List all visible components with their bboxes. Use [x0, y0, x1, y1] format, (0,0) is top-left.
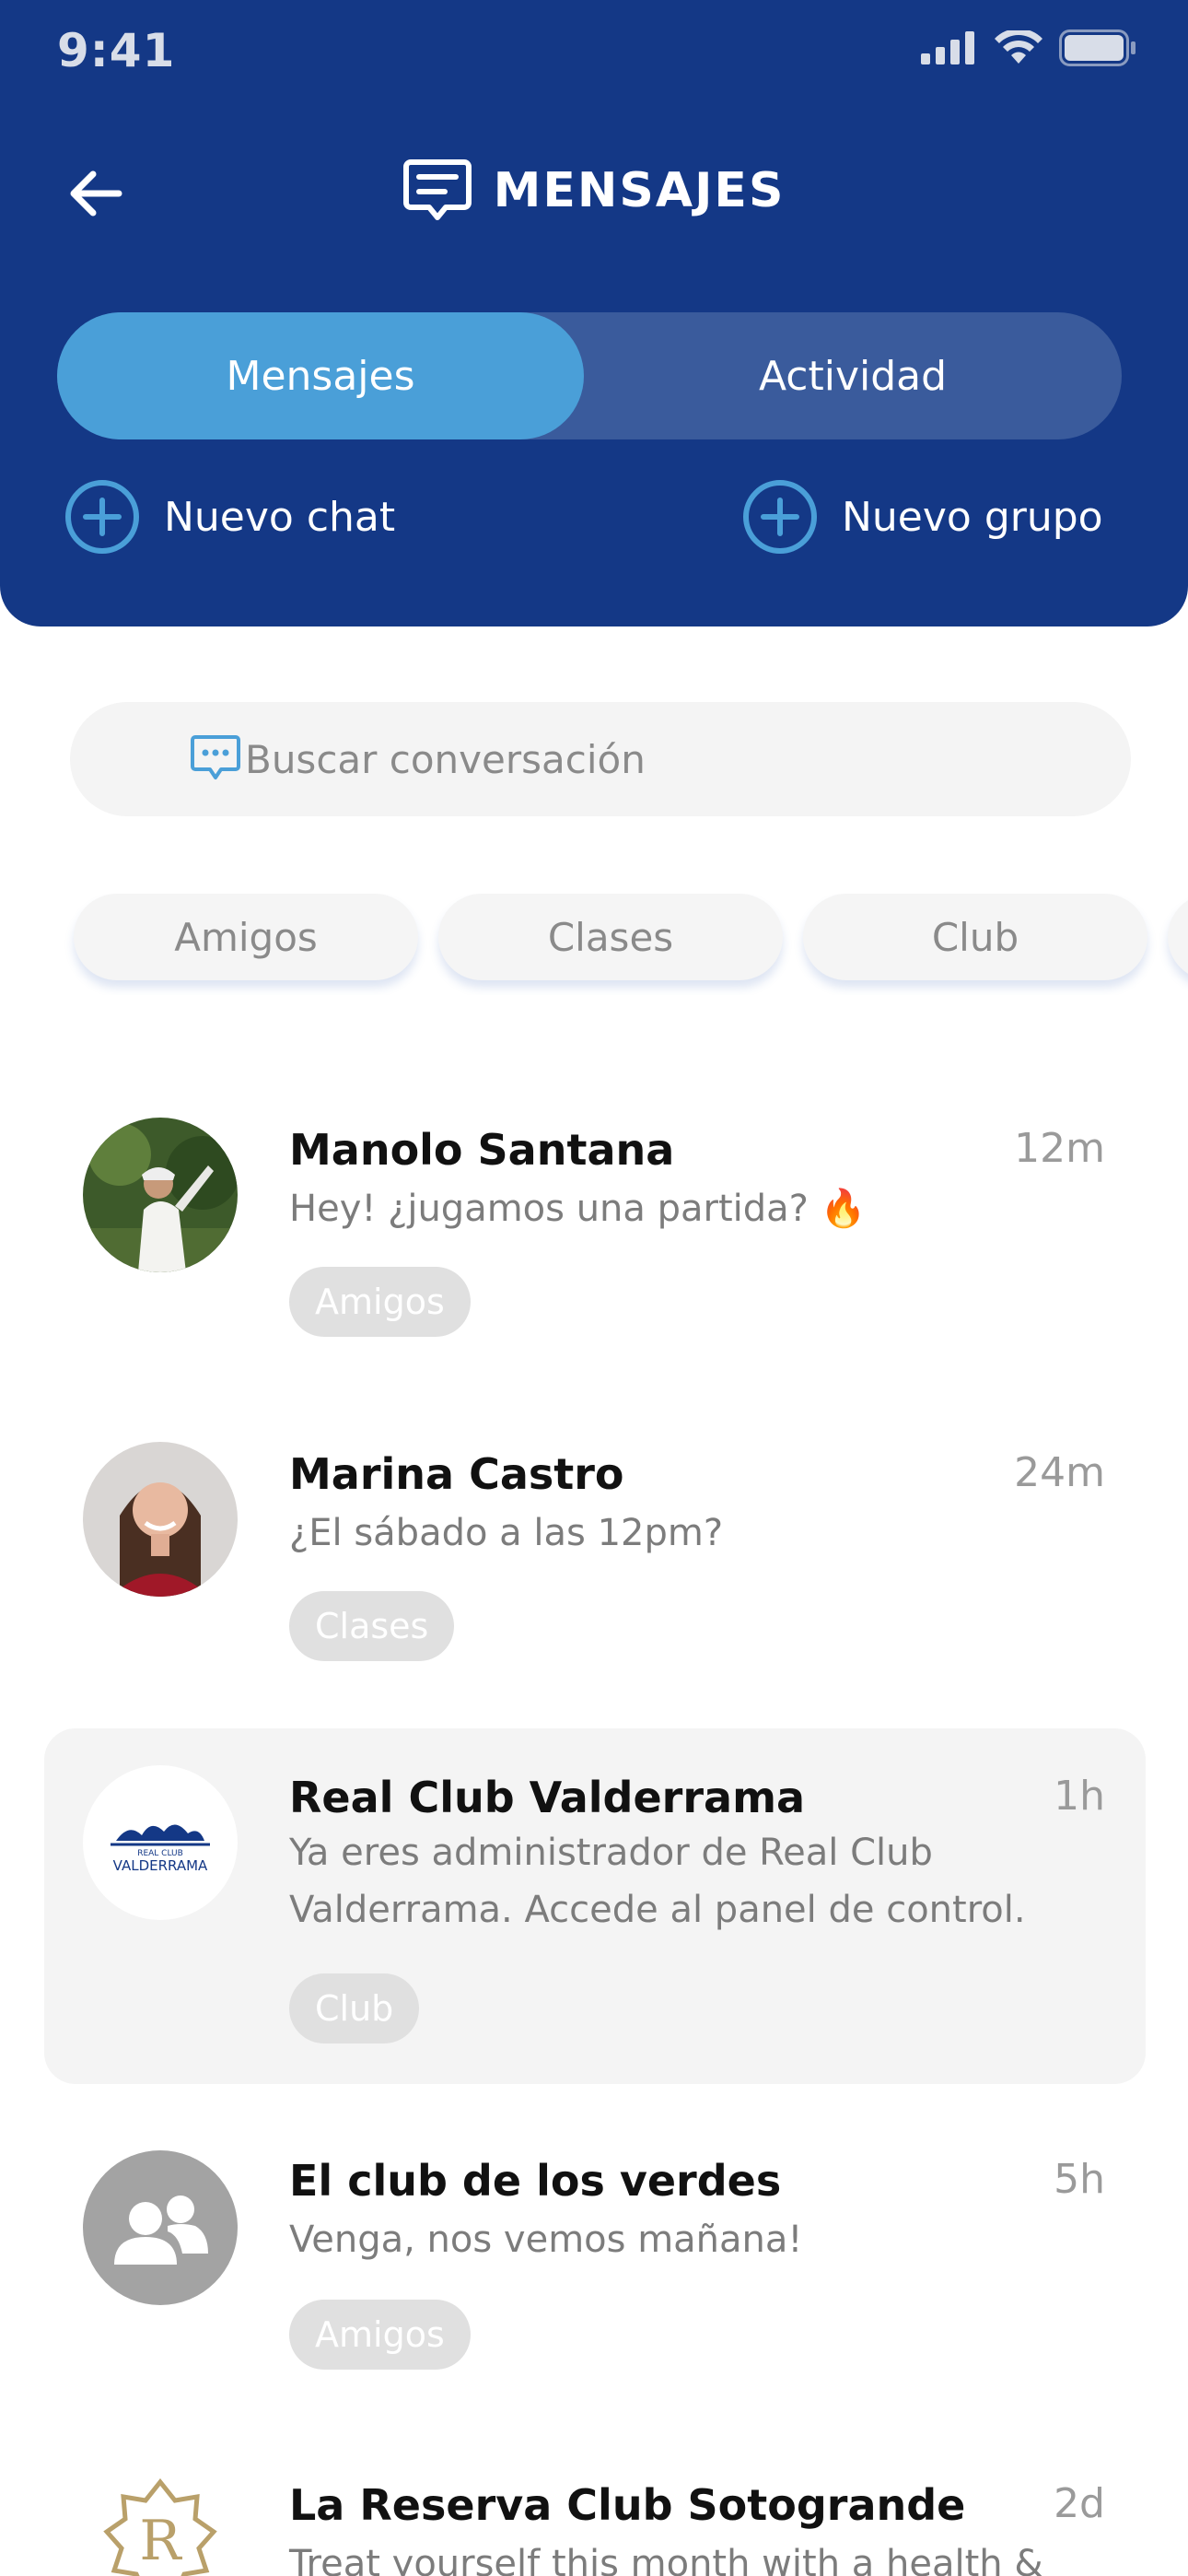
avatar: [83, 1118, 238, 1272]
tag-label: Club: [315, 1988, 394, 2029]
woman-avatar-image: [83, 1442, 238, 1597]
logo-text: VALDERRAMA: [113, 1857, 208, 1874]
battery-icon: [1059, 29, 1136, 66]
tab-label: Mensajes: [226, 352, 415, 400]
tag-label: Clases: [315, 1606, 429, 1646]
conversation-time: 1h: [1054, 1773, 1105, 1820]
group-avatar: [83, 2150, 238, 2305]
chip-label: Club: [931, 914, 1019, 960]
conversation-tag: Amigos: [289, 1267, 471, 1337]
club-logo-avatar: REAL CLUB VALDERRAMA: [83, 1765, 238, 1920]
plus-circle-icon: [743, 480, 817, 554]
chip-label: Amigos: [174, 914, 318, 960]
conversation-name: Real Club Valderrama: [289, 1773, 806, 1822]
group-icon: [114, 2195, 208, 2265]
logo-letter: R: [139, 2509, 182, 2573]
avatar: [83, 1442, 238, 1597]
conversation-name: El club de los verdes: [289, 2156, 782, 2206]
club-logo-avatar: R: [83, 2475, 238, 2576]
conversation-preview: Venga, nos vemos mañana!: [289, 2219, 803, 2261]
filter-chip-amigos[interactable]: Amigos: [74, 894, 418, 980]
plus-circle-icon: [65, 480, 139, 554]
segmented-control: Mensajes Actividad: [57, 312, 1122, 439]
conversation-preview: Treat yourself this month with a health …: [289, 2543, 1043, 2576]
conversation-row[interactable]: Manolo Santana 12m Hey! ¿jugamos una par…: [44, 1092, 1146, 1377]
conversation-name: Manolo Santana: [289, 1125, 675, 1175]
page-title: MENSAJES: [493, 163, 786, 218]
conversation-name: La Reserva Club Sotogrande: [289, 2480, 966, 2530]
la-reserva-logo: R: [103, 2477, 217, 2576]
search-bar[interactable]: [70, 702, 1131, 816]
golfer-avatar-image: [83, 1118, 238, 1272]
conversation-tag: Amigos: [289, 2300, 471, 2370]
conversation-preview: Ya eres administrador de Real Club Valde…: [289, 1832, 1026, 1931]
valderrama-logo: REAL CLUB VALDERRAMA: [111, 1824, 210, 1874]
search-input[interactable]: [245, 736, 1074, 782]
conversation-name: Marina Castro: [289, 1449, 624, 1499]
conversation-row-selected[interactable]: REAL CLUB VALDERRAMA Real Club Valderram…: [44, 1728, 1146, 2084]
conversation-time: 24m: [1014, 1449, 1105, 1496]
status-time: 9:41: [57, 24, 176, 77]
chip-label: Clases: [547, 914, 674, 960]
status-bar: 9:41: [0, 0, 1188, 101]
tab-label: Actividad: [758, 352, 948, 400]
conversation-tag: Club: [289, 1973, 420, 2043]
chat-dots-icon: [191, 735, 240, 779]
tag-label: Amigos: [315, 1282, 445, 1322]
filter-chip-clases[interactable]: Clases: [438, 894, 783, 980]
conversation-time: 2d: [1054, 2480, 1105, 2527]
conversation-time: 5h: [1054, 2156, 1105, 2203]
tag-label: Amigos: [315, 2314, 445, 2355]
new-chat-button[interactable]: Nuevo chat: [64, 479, 395, 555]
new-group-label: Nuevo grupo: [842, 493, 1103, 541]
header: MENSAJES Mensajes Actividad Nuevo chat N…: [0, 101, 1188, 626]
new-group-button[interactable]: Nuevo grupo: [742, 479, 1103, 555]
title-wrap: MENSAJES: [0, 158, 1188, 223]
new-chat-label: Nuevo chat: [164, 493, 396, 541]
conversation-row[interactable]: R La Reserva Club Sotogrande 2d Treat yo…: [44, 2447, 1146, 2576]
conversation-row[interactable]: El club de los verdes 5h Venga, nos vemo…: [44, 2119, 1146, 2405]
conversation-preview: Hey! ¿jugamos una partida? 🔥: [289, 1188, 867, 1230]
message-icon: [402, 159, 472, 220]
conversation-time: 12m: [1014, 1125, 1105, 1172]
filter-chip-more[interactable]: [1168, 894, 1188, 980]
conversation-row[interactable]: Marina Castro 24m ¿El sábado a las 12pm?…: [44, 1416, 1146, 1702]
tab-actividad[interactable]: Actividad: [584, 312, 1122, 439]
filter-chips: Amigos Clases Club: [0, 894, 1188, 995]
tab-mensajes[interactable]: Mensajes: [57, 312, 584, 439]
conversation-tag: Clases: [289, 1591, 455, 1661]
signal-icon: [921, 31, 974, 64]
conversation-preview: ¿El sábado a las 12pm?: [289, 1512, 724, 1554]
wifi-icon: [995, 30, 1042, 64]
filter-chip-club[interactable]: Club: [803, 894, 1147, 980]
status-icons: [921, 29, 1136, 66]
